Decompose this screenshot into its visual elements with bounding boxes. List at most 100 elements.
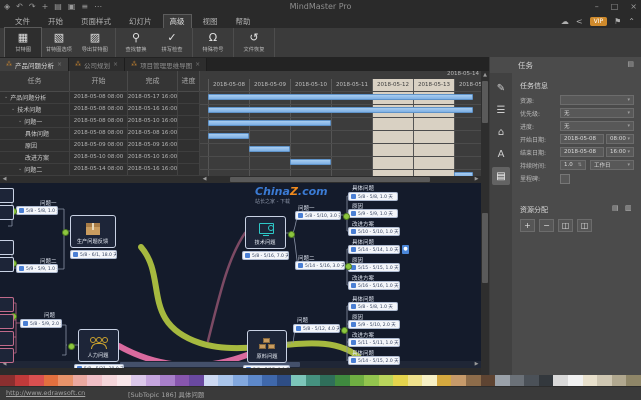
theme-color-swatch[interactable]: [58, 375, 73, 386]
theme-color-swatch[interactable]: [539, 375, 554, 386]
theme-color-swatch[interactable]: [189, 375, 204, 386]
gantt-vscroll-thumb[interactable]: [482, 81, 488, 123]
field-duration-stepper[interactable]: 1.0⇅: [560, 160, 586, 170]
branch-collapse-dot[interactable]: [68, 343, 75, 350]
theme-color-swatch[interactable]: [408, 375, 423, 386]
branch-collapse-dot[interactable]: [343, 213, 350, 220]
theme-color-swatch[interactable]: [626, 375, 641, 386]
gantt-table-row[interactable]: ⌄问题二2018-05-14 08:002018-05-16 16:00: [0, 163, 200, 176]
ribbon-button-拼写检查[interactable]: ✓拼写检查: [154, 28, 190, 57]
subtopic-label-原因[interactable]: 原因: [352, 367, 363, 368]
close-button[interactable]: ×: [630, 0, 637, 14]
menu-item-4[interactable]: 幻灯片: [122, 14, 159, 29]
theme-color-swatch[interactable]: [204, 375, 219, 386]
doc-tab-3[interactable]: ⁂项目管理思维导图×: [125, 58, 207, 71]
gantt-bar[interactable]: [208, 133, 249, 139]
minimize-button[interactable]: –: [595, 0, 599, 14]
theme-color-swatch[interactable]: [597, 375, 612, 386]
canvas-vscrollbar[interactable]: [481, 183, 489, 375]
theme-color-swatch[interactable]: [44, 375, 59, 386]
theme-color-swatch[interactable]: [568, 375, 583, 386]
field-select-优先级:[interactable]: 无▾: [560, 108, 634, 118]
doc-tab-1[interactable]: ⁂产品问题分析×: [0, 58, 69, 71]
menu-item-1[interactable]: 文件: [8, 14, 37, 29]
field-time[interactable]: 08:00▾: [606, 134, 634, 144]
theme-color-swatch[interactable]: [102, 375, 117, 386]
theme-color-swatch[interactable]: [262, 375, 277, 386]
field-date[interactable]: 2018-05-08: [560, 134, 604, 144]
canvas-vscroll-thumb[interactable]: [482, 213, 488, 283]
theme-color-swatch[interactable]: [466, 375, 481, 386]
ribbon-button-导出甘特图[interactable]: ▨导出甘特图: [77, 28, 113, 57]
add-resource-button[interactable]: +: [520, 219, 535, 232]
theme-color-swatch[interactable]: [524, 375, 539, 386]
topic-node-人力问题[interactable]: 人力问题: [78, 329, 119, 362]
vip-upgrade-badge[interactable]: VIP: [590, 17, 608, 26]
theme-color-swatch[interactable]: [175, 375, 190, 386]
tab-close-icon[interactable]: ×: [113, 61, 118, 68]
theme-color-swatch[interactable]: [495, 375, 510, 386]
theme-color-swatch[interactable]: [146, 375, 161, 386]
collapse-ribbon-icon[interactable]: ⌃: [628, 17, 635, 26]
theme-color-swatch[interactable]: [612, 375, 627, 386]
menu-item-6[interactable]: 视图: [196, 14, 225, 29]
notification-icon[interactable]: ⚑: [614, 17, 621, 26]
scroll-left-icon[interactable]: ◀: [201, 176, 208, 183]
theme-color-swatch[interactable]: [15, 375, 30, 386]
menu-item-2[interactable]: 开始: [41, 14, 70, 29]
theme-color-swatch[interactable]: [87, 375, 102, 386]
gantt-hscrollbar[interactable]: ◀ ◀ ▶: [0, 176, 481, 183]
resource-section-icon-1[interactable]: ▤: [612, 204, 619, 212]
branch-collapse-dot[interactable]: [341, 327, 348, 334]
theme-color-swatch[interactable]: [510, 375, 525, 386]
panel-menu-icon[interactable]: ▤: [627, 60, 634, 68]
theme-color-swatch[interactable]: [248, 375, 263, 386]
branch-collapse-dot[interactable]: [288, 231, 295, 238]
theme-color-swatch[interactable]: [553, 375, 568, 386]
theme-color-swatch[interactable]: [437, 375, 452, 386]
theme-color-swatch[interactable]: [117, 375, 132, 386]
subtopic-label-问题[interactable]: 问题: [44, 311, 55, 319]
theme-color-swatch[interactable]: [277, 375, 292, 386]
theme-color-swatch[interactable]: [73, 375, 88, 386]
scroll-right-icon[interactable]: ▶: [473, 361, 480, 368]
canvas-hscrollbar[interactable]: ◀ ▶: [0, 361, 481, 368]
gantt-vscrollbar[interactable]: ▲: [481, 71, 489, 183]
split-view-alt-button[interactable]: ◫: [577, 219, 592, 232]
field-duration-unit[interactable]: 工作日▾: [590, 160, 634, 170]
mindmap-canvas[interactable]: ChinaZ.com 站长之家 - 下载 ◀ ▶ 生产问题反馈5/8 - 6/1…: [0, 183, 481, 368]
tab-close-icon[interactable]: ×: [195, 61, 200, 68]
menu-item-5[interactable]: 高级: [163, 14, 192, 29]
cloud-sync-icon[interactable]: ☁: [561, 17, 569, 26]
ribbon-button-特殊符号[interactable]: Ω特殊符号: [195, 28, 231, 57]
scroll-left-icon[interactable]: ◀: [1, 176, 8, 183]
share-icon[interactable]: <: [576, 17, 583, 26]
field-date[interactable]: 2018-05-08: [560, 147, 604, 157]
gantt-bar[interactable]: [208, 94, 473, 100]
topic-node-生产问题反馈[interactable]: 生产问题反馈: [70, 215, 116, 248]
theme-color-swatch[interactable]: [29, 375, 44, 386]
gantt-bar[interactable]: [290, 159, 331, 165]
scroll-up-icon[interactable]: ▲: [481, 72, 489, 79]
gantt-hscroll-thumb[interactable]: [230, 177, 430, 182]
theme-color-swatch[interactable]: [218, 375, 233, 386]
gantt-bar[interactable]: [208, 120, 331, 126]
theme-color-swatch[interactable]: [451, 375, 466, 386]
scroll-right-icon[interactable]: ▶: [473, 176, 480, 183]
milestone-checkbox[interactable]: [560, 174, 570, 184]
format-icon[interactable]: ✎: [492, 79, 510, 97]
remove-resource-button[interactable]: −: [539, 219, 554, 232]
topic-node-技术问题[interactable]: 技术问题: [245, 216, 286, 249]
expand-arrow-icon[interactable]: ⌄: [18, 166, 22, 172]
field-time[interactable]: 16:00▾: [606, 147, 634, 157]
theme-color-swatch[interactable]: [422, 375, 437, 386]
field-select-资源:[interactable]: ▾: [560, 95, 634, 105]
ribbon-button-甘特图[interactable]: ▦甘特图: [5, 28, 41, 57]
theme-icon[interactable]: ⌂: [492, 123, 510, 141]
subtopic-label-具体问题[interactable]: 具体问题: [352, 184, 374, 192]
tab-close-icon[interactable]: ×: [57, 61, 62, 68]
topic-node-原料问题[interactable]: 原料问题: [247, 330, 287, 363]
subtopic-label-问题[interactable]: 问题: [297, 316, 308, 324]
resource-section-icon-2[interactable]: ▥: [625, 204, 632, 212]
doc-tab-2[interactable]: ⁂公司规划×: [69, 58, 125, 71]
